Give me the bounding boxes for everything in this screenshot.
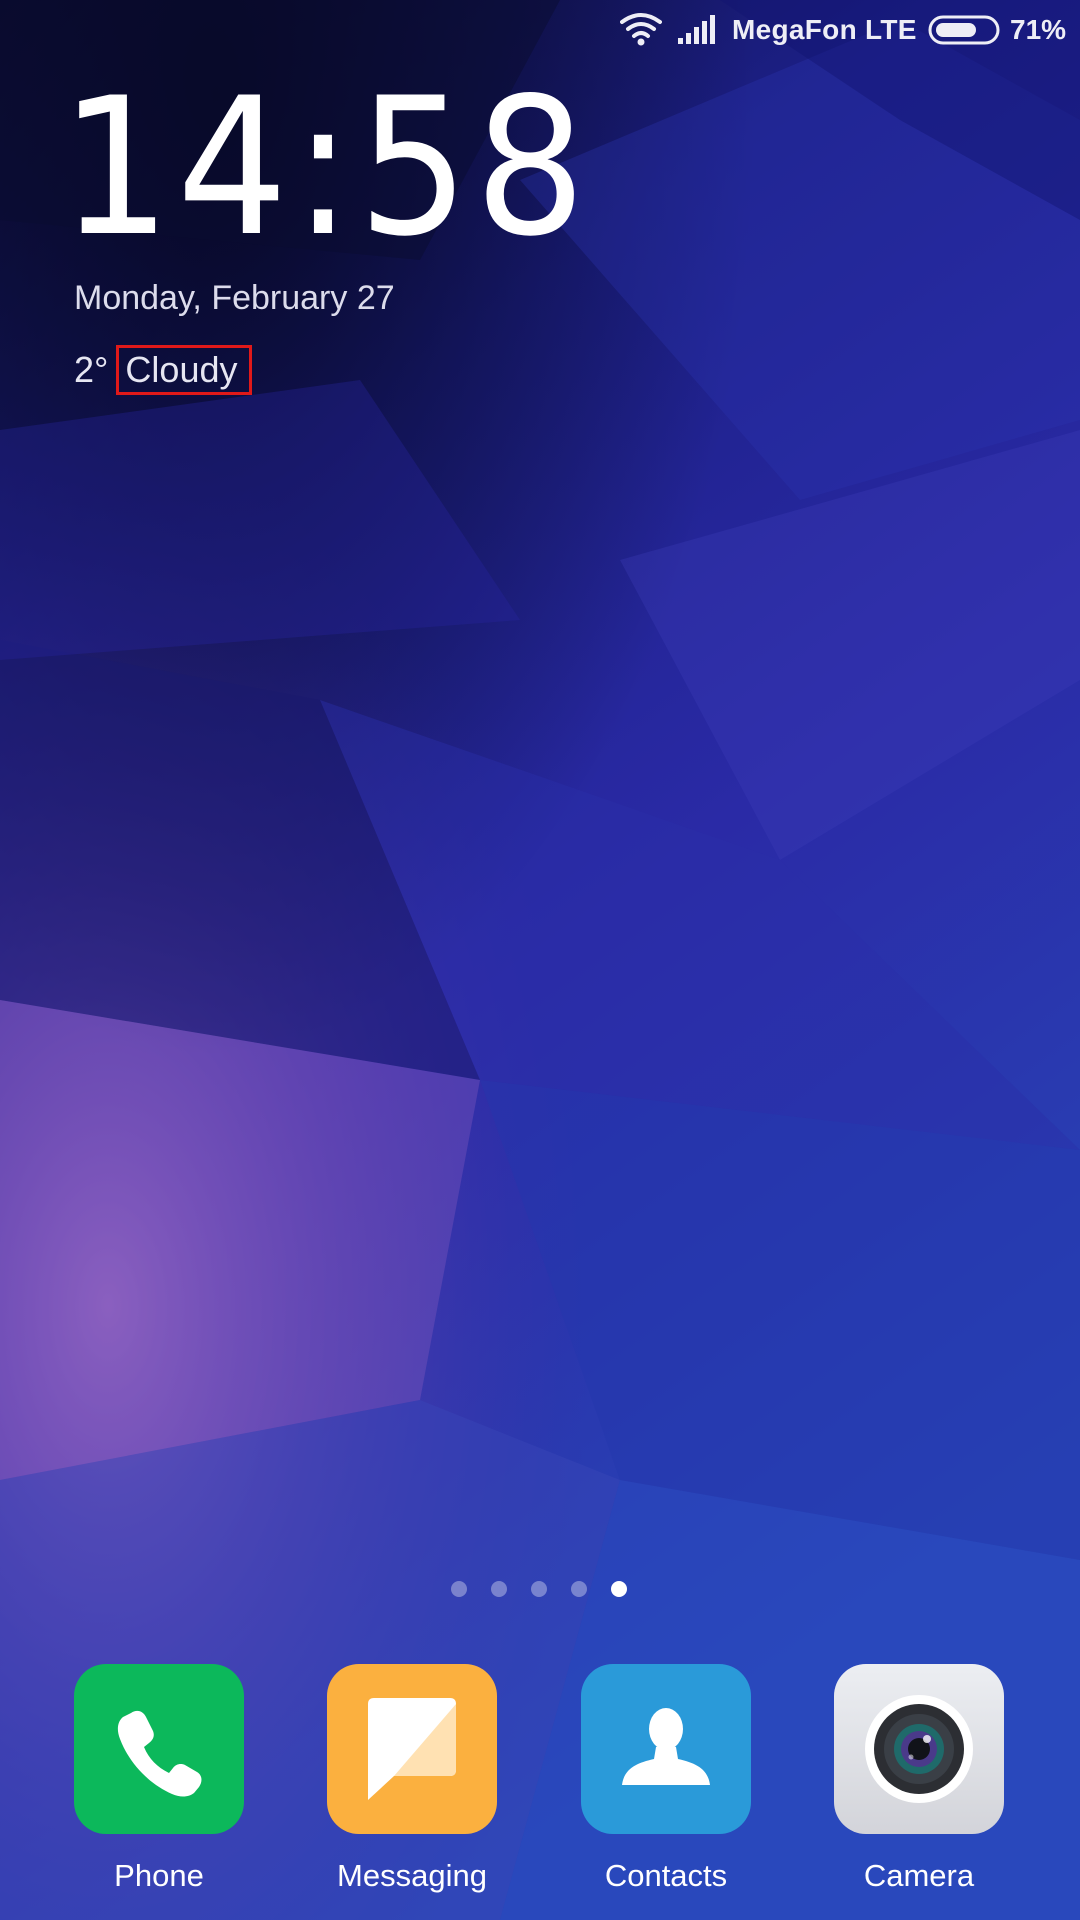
page-indicator[interactable] [451,1581,627,1597]
page-dot-3[interactable] [531,1581,547,1597]
phone-icon[interactable] [74,1664,244,1834]
dock-app-messaging[interactable]: Messaging [312,1664,512,1896]
app-label-contacts: Contacts [604,1858,728,1893]
dock-app-contacts[interactable]: Contacts [566,1664,766,1896]
status-bar: MegaFon LTE 71% [0,0,1080,64]
dock-app-camera[interactable]: Camera [819,1664,1019,1896]
clock-time[interactable]: 14:58 [60,73,591,263]
home-screen: MegaFon LTE 71% 14:58 Monday, February 2… [0,0,1080,1920]
cellular-signal-icon [678,15,715,44]
page-dot-4[interactable] [571,1581,587,1597]
temperature-label: 2° [74,349,109,390]
camera-icon[interactable] [834,1664,1004,1834]
weather-condition-label: Cloudy [116,345,253,395]
weather-widget[interactable]: 2° Cloudy [74,344,253,396]
battery-level-fill [936,23,976,37]
messaging-icon[interactable] [327,1664,497,1834]
contacts-icon[interactable] [581,1664,751,1834]
page-dot-2[interactable] [491,1581,507,1597]
carrier-label: MegaFon LTE [732,14,917,45]
date-label[interactable]: Monday, February 27 [74,276,395,320]
app-label-camera: Camera [863,1858,975,1893]
app-label-phone: Phone [114,1858,204,1893]
battery-percent-label: 71% [1010,14,1067,45]
page-dot-5[interactable] [611,1581,627,1597]
wifi-icon [620,13,662,46]
dock-app-phone[interactable]: Phone [59,1664,259,1896]
app-label-messaging: Messaging [337,1858,487,1893]
battery-icon [928,15,1000,45]
page-dot-1[interactable] [451,1581,467,1597]
